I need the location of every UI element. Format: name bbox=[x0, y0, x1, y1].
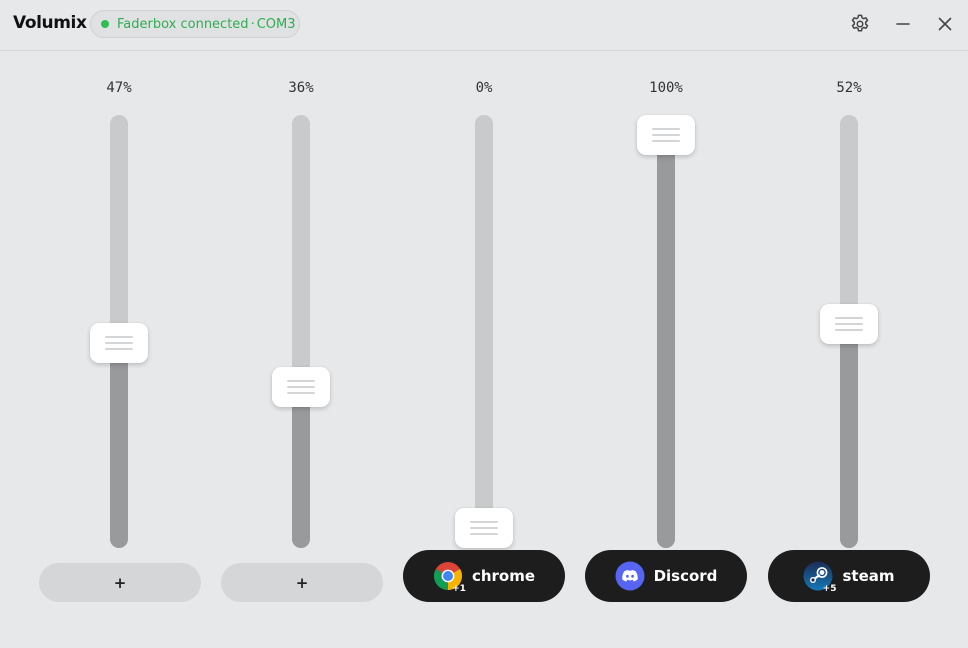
app-button-chrome[interactable]: +1 chrome bbox=[403, 550, 565, 602]
volume-percent-label: 0% bbox=[475, 80, 493, 96]
channel-1: 47% + bbox=[37, 52, 201, 612]
volume-percent-label: 52% bbox=[836, 80, 862, 96]
status-port: COM3 bbox=[256, 16, 296, 32]
gear-icon bbox=[851, 14, 869, 32]
steam-icon: +5 bbox=[803, 561, 836, 594]
volume-slider-fill bbox=[292, 386, 310, 548]
settings-button[interactable] bbox=[848, 12, 872, 36]
extra-apps-count: +5 bbox=[822, 584, 837, 594]
volume-percent-label: 36% bbox=[288, 80, 314, 96]
status-dot-icon bbox=[101, 20, 109, 28]
app-button-discord[interactable]: Discord bbox=[585, 550, 747, 602]
close-icon bbox=[938, 17, 952, 31]
volume-slider-fill bbox=[840, 323, 858, 548]
add-app-button[interactable]: + bbox=[221, 563, 383, 602]
app-button-label: steam bbox=[842, 567, 895, 585]
channel-5: 52% +5 steam bbox=[767, 52, 931, 612]
volume-slider-handle[interactable] bbox=[455, 508, 513, 548]
connection-status-badge: Faderbox connected · COM3 bbox=[90, 10, 300, 38]
volume-slider-handle[interactable] bbox=[820, 303, 878, 344]
status-separator: · bbox=[250, 16, 255, 32]
volume-slider-handle[interactable] bbox=[272, 366, 330, 407]
add-app-button[interactable]: + bbox=[39, 563, 201, 602]
minimize-button[interactable] bbox=[891, 12, 915, 36]
discord-icon bbox=[615, 561, 645, 591]
minimize-icon bbox=[896, 23, 910, 25]
app-button-label: chrome bbox=[471, 567, 536, 585]
volume-percent-label: 100% bbox=[649, 80, 683, 96]
volume-slider-fill bbox=[657, 135, 675, 548]
status-text: Faderbox connected bbox=[117, 16, 249, 32]
app-title: Volumix bbox=[13, 13, 87, 33]
title-bar: Volumix Faderbox connected · COM3 bbox=[0, 0, 968, 51]
volume-percent-label: 47% bbox=[106, 80, 132, 96]
close-button[interactable] bbox=[933, 12, 957, 36]
volume-slider-handle[interactable] bbox=[637, 115, 695, 155]
channel-2: 36% + bbox=[219, 52, 383, 612]
volume-slider-track[interactable] bbox=[292, 115, 310, 548]
app-button-steam[interactable]: +5 steam bbox=[768, 550, 930, 602]
add-app-label: + bbox=[295, 573, 309, 592]
volume-slider-handle[interactable] bbox=[90, 323, 148, 364]
extra-apps-count: +1 bbox=[452, 584, 466, 594]
channel-3: 0% +1 chrome bbox=[402, 52, 566, 612]
volume-slider-fill bbox=[110, 343, 128, 548]
app-button-label: Discord bbox=[653, 567, 718, 585]
channel-4: 100% Discord bbox=[584, 52, 748, 612]
volume-slider-track[interactable] bbox=[475, 115, 493, 548]
add-app-label: + bbox=[113, 573, 127, 592]
volume-slider-track[interactable] bbox=[657, 115, 675, 548]
chrome-icon: +1 bbox=[433, 561, 466, 594]
